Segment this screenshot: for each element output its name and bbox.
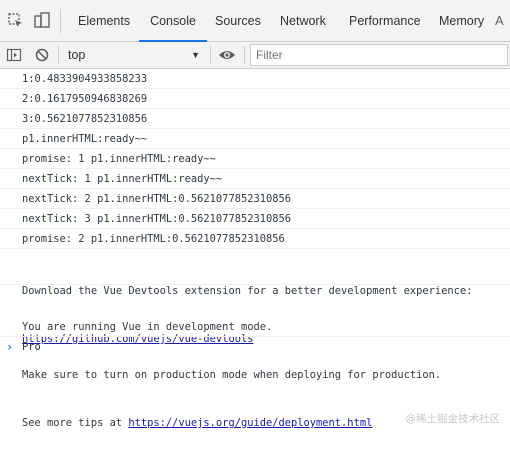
console-prompt[interactable]: › Pro (0, 337, 510, 359)
tab-network[interactable]: Network (280, 0, 326, 42)
chevron-right-icon: › (6, 340, 14, 354)
console-message: nextTick: 1 p1.innerHTML:ready~~ (0, 169, 510, 189)
devtools-tabbar: Elements Console Sources Network Perform… (0, 0, 510, 42)
devmode-line-1: You are running Vue in development mode. (22, 321, 273, 333)
device-toolbar-icon[interactable] (33, 12, 51, 30)
filter-input[interactable] (250, 44, 508, 66)
deployment-link[interactable]: https://vuejs.org/guide/deployment.html (128, 417, 372, 429)
context-value: top (68, 48, 86, 62)
tab-console[interactable]: Console (139, 0, 207, 42)
devmode-line-2: Make sure to turn on production mode whe… (22, 369, 442, 381)
tab-overflow[interactable]: A (495, 0, 504, 42)
sidebar-toggle-icon[interactable] (6, 47, 22, 63)
console-toolbar: top ▼ (0, 42, 510, 69)
toolbar-divider (210, 46, 211, 64)
devmode-line-3: See more tips at (22, 417, 129, 429)
console-message-devmode: You are running Vue in development mode.… (0, 285, 510, 429)
toolbar-divider (244, 46, 245, 64)
console-message: promise: 2 p1.innerHTML:0.56210778523108… (0, 229, 510, 249)
console-message: 1:0.4833904933858233 (0, 69, 510, 89)
clear-console-icon[interactable] (34, 47, 50, 63)
toolbar-divider (60, 9, 61, 33)
console-message: promise: 1 p1.innerHTML:ready~~ (0, 149, 510, 169)
tab-sources[interactable]: Sources (215, 0, 261, 42)
tab-memory[interactable]: Memory (439, 0, 484, 42)
context-selector[interactable]: top ▼ (63, 44, 206, 66)
eye-icon[interactable] (218, 47, 236, 63)
console-message: nextTick: 3 p1.innerHTML:0.5621077852310… (0, 209, 510, 229)
tab-elements[interactable]: Elements (78, 0, 130, 42)
tab-performance[interactable]: Performance (349, 0, 421, 42)
console-output: 1:0.4833904933858233 2:0.161795094683826… (0, 69, 510, 429)
watermark: @稀土掘金技术社区 (405, 413, 501, 425)
dropdown-arrow-icon: ▼ (191, 50, 200, 60)
console-message-devtools: Download the Vue Devtools extension for … (0, 249, 510, 345)
console-message: 3:0.5621077852310856 (0, 109, 510, 129)
console-message: nextTick: 2 p1.innerHTML:0.5621077852310… (0, 189, 510, 209)
toolbar-divider (58, 46, 59, 64)
console-message: 2:0.1617950946838269 (0, 89, 510, 109)
prompt-input[interactable]: Pro (22, 341, 41, 353)
inspect-element-icon[interactable] (7, 12, 25, 30)
console-message: p1.innerHTML:ready~~ (0, 129, 510, 149)
